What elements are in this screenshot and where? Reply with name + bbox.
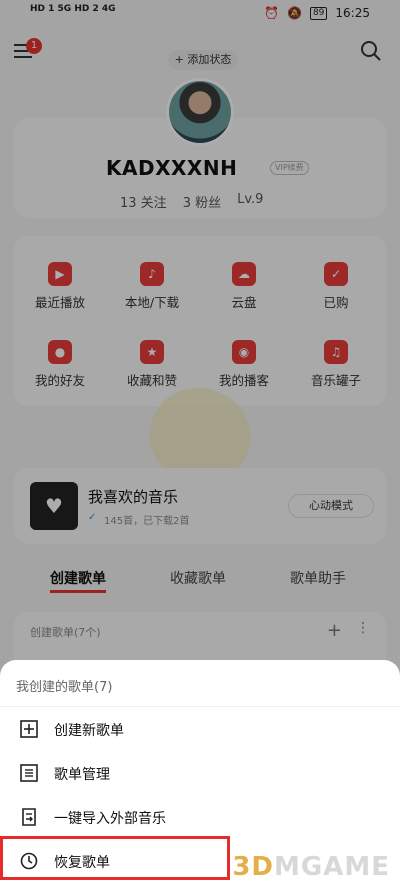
watermark-suffix: MGAME: [274, 852, 390, 882]
divider: [0, 706, 400, 707]
menu-item-label: 创建新歌单: [54, 723, 124, 739]
menu-item-create[interactable]: 创建新歌单: [0, 710, 400, 750]
menu-item-label: 一键导入外部音乐: [54, 811, 166, 827]
import-icon: [22, 808, 36, 826]
watermark-prefix: 3D: [232, 852, 275, 882]
menu-item-manage[interactable]: 歌单管理: [0, 754, 400, 794]
watermark: 3DMGAME: [232, 852, 390, 882]
menu-item-import[interactable]: 一键导入外部音乐: [0, 798, 400, 838]
list-icon: [20, 764, 38, 782]
menu-item-label: 歌单管理: [54, 767, 110, 783]
highlight-box: [0, 836, 230, 880]
plus-square-icon: [20, 720, 38, 738]
sheet-title: 我创建的歌单(7): [16, 680, 113, 695]
